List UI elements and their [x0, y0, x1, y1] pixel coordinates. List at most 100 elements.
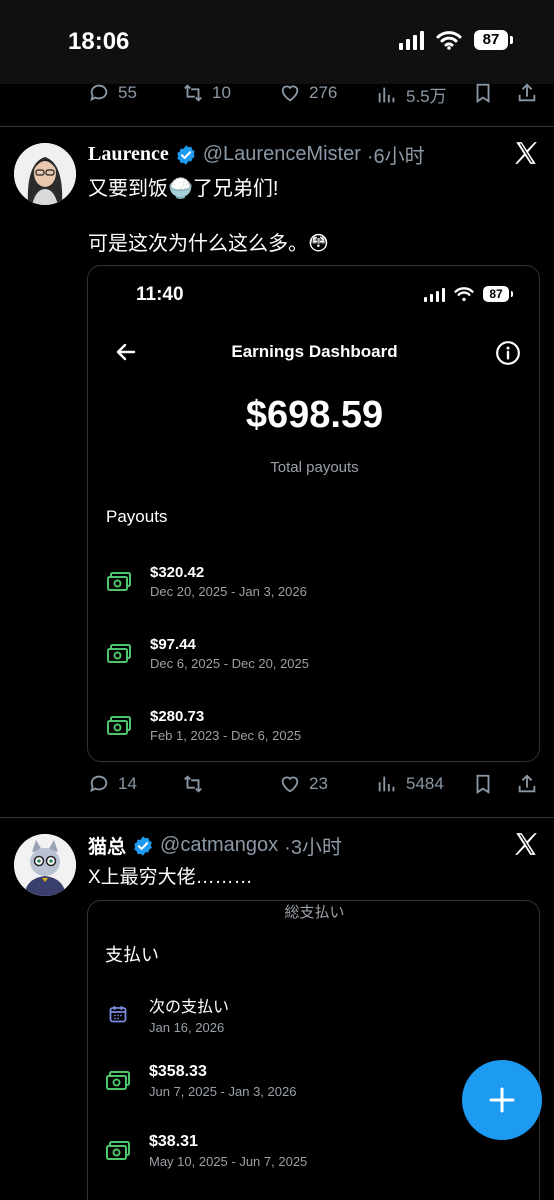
- payout-amount: $38.31: [149, 1133, 198, 1150]
- tweet-time: ·3小时: [284, 837, 342, 859]
- embedded-screenshot-card[interactable]: 11:40 87 Earnings Dashboard $698.59 Tota…: [87, 265, 540, 762]
- total-payouts-label: 総支払い: [284, 904, 345, 921]
- payout-info: $358.33 Jun 7, 2025 - Jan 3, 2026: [149, 1063, 296, 1099]
- payout-row: $38.31 May 10, 2025 - Jun 7, 2025: [105, 1133, 307, 1169]
- reply-button[interactable]: 55: [88, 82, 137, 104]
- cash-icon: [106, 1141, 130, 1160]
- retweet-button[interactable]: 10: [182, 82, 231, 104]
- reply-icon: [90, 84, 108, 102]
- views-count: 5484: [406, 774, 444, 793]
- payout-amount: $320.42: [150, 564, 205, 581]
- status-bar: 18:06 87: [0, 0, 554, 84]
- bookmark-icon[interactable]: [472, 773, 494, 795]
- payout-range: May 10, 2025 - Jun 7, 2025: [149, 1154, 308, 1169]
- payout-amount: $358.33: [149, 1063, 207, 1080]
- payouts-heading: 支払い: [105, 945, 159, 965]
- bookmark-icon[interactable]: [472, 82, 494, 104]
- views-button[interactable]: 5484: [376, 773, 444, 795]
- avatar-laurence[interactable]: [14, 143, 76, 205]
- avatar-image: [14, 143, 76, 205]
- embedded-screenshot-card[interactable]: 総支払い 支払い 次の支払い Jan 16, 2026 $358.33 Jun …: [87, 900, 540, 1200]
- views-count: 5.5万: [406, 87, 447, 106]
- payout-row: $280.73 Feb 1, 2023 - Dec 6, 2025: [106, 708, 301, 743]
- card-battery-icon: 87: [483, 286, 513, 302]
- like-icon: [281, 776, 299, 793]
- status-icons: 87: [399, 30, 513, 50]
- card-status-icons: 87: [424, 286, 513, 302]
- status-time: 18:06: [68, 28, 130, 55]
- avatar-image: [14, 834, 76, 896]
- avatar-catmangox[interactable]: [14, 834, 76, 896]
- cash-icon: [107, 643, 131, 663]
- tweet-header: Laurence @LaurenceMister ·6小时: [88, 140, 425, 169]
- card-status-time: 11:40: [136, 284, 184, 305]
- total-amount: $698.59: [245, 394, 384, 436]
- tweet-time: ·6小时: [366, 146, 425, 168]
- next-payout-label: 次の支払い: [149, 999, 230, 1016]
- wifi-icon: [436, 31, 462, 50]
- tweet-text: X上最穷大佬………: [88, 867, 253, 888]
- like-count: 276: [309, 83, 338, 102]
- retweet-icon: [184, 84, 202, 102]
- reply-icon: [90, 775, 108, 793]
- author-name[interactable]: 猫总: [88, 832, 126, 859]
- views-button[interactable]: 5.5万: [376, 82, 447, 107]
- share-icon[interactable]: [516, 773, 538, 795]
- views-icon: [378, 776, 395, 792]
- reply-count: 55: [118, 83, 137, 102]
- like-icon: [281, 85, 299, 102]
- tweet-text-line1: 又要到饭🍚了兄弟们!: [88, 178, 279, 200]
- payout-amount: $280.73: [150, 708, 205, 725]
- next-payout-info: 次の支払い Jan 16, 2026: [149, 993, 229, 1035]
- payout-range: Dec 6, 2025 - Dec 20, 2025: [150, 656, 309, 671]
- tweet-actions: 14 23 5484: [0, 773, 554, 803]
- cash-icon: [106, 1071, 130, 1090]
- prev-tweet-actions: 55 10 276 5.5万: [0, 82, 554, 112]
- card-title: Earnings Dashboard: [231, 342, 398, 361]
- total-payouts-label: Total payouts: [270, 459, 359, 476]
- tweet-header: 猫总 @catmangox ·3小时: [88, 831, 342, 860]
- views-icon: [378, 87, 395, 102]
- cash-icon: [107, 715, 131, 735]
- payout-range: Dec 20, 2025 - Jan 3, 2026: [150, 584, 307, 599]
- payout-range: Jun 7, 2025 - Jan 3, 2026: [149, 1084, 297, 1099]
- payout-info: $97.44 Dec 6, 2025 - Dec 20, 2025: [150, 636, 309, 671]
- compose-button[interactable]: [462, 1060, 542, 1140]
- payout-info: $280.73 Feb 1, 2023 - Dec 6, 2025: [150, 708, 301, 743]
- x-logo-icon[interactable]: [513, 831, 539, 857]
- payout-row: $320.42 Dec 20, 2025 - Jan 3, 2026: [106, 564, 307, 599]
- info-icon[interactable]: [495, 340, 521, 366]
- divider: [0, 126, 554, 127]
- payout-row: $358.33 Jun 7, 2025 - Jan 3, 2026: [105, 1063, 296, 1099]
- retweet-icon: [184, 775, 202, 793]
- payout-row: $97.44 Dec 6, 2025 - Dec 20, 2025: [106, 636, 309, 671]
- like-count: 23: [309, 774, 328, 793]
- verified-icon: [177, 144, 195, 165]
- divider: [0, 817, 554, 818]
- card-wifi-icon: [454, 287, 474, 302]
- card-signal-icon: [424, 287, 445, 302]
- like-button[interactable]: 276: [279, 82, 337, 104]
- payout-info: $38.31 May 10, 2025 - Jun 7, 2025: [149, 1133, 307, 1169]
- payout-info: $320.42 Dec 20, 2025 - Jan 3, 2026: [150, 564, 307, 599]
- calendar-icon: [109, 1006, 127, 1023]
- author-handle[interactable]: @catmangox: [160, 834, 278, 857]
- share-icon[interactable]: [516, 82, 538, 104]
- payouts-heading: Payouts: [106, 507, 168, 526]
- payout-amount: $97.44: [150, 636, 196, 653]
- like-button[interactable]: 23: [279, 773, 328, 795]
- x-logo-icon[interactable]: [513, 140, 539, 166]
- retweet-button[interactable]: [182, 773, 212, 795]
- verified-icon: [134, 835, 152, 856]
- tweet-text-line2: 可是这次为什么这么多。😳: [88, 233, 329, 255]
- next-payout-date: Jan 16, 2026: [149, 1020, 225, 1035]
- reply-count: 14: [118, 774, 137, 793]
- reply-button[interactable]: 14: [88, 773, 137, 795]
- author-name[interactable]: Laurence: [88, 143, 169, 166]
- next-payout-row: 次の支払い Jan 16, 2026: [105, 993, 229, 1035]
- battery-icon: 87: [474, 30, 513, 50]
- plus-icon: [489, 1087, 515, 1113]
- author-handle[interactable]: @LaurenceMister: [203, 143, 361, 166]
- retweet-count: 10: [212, 83, 231, 102]
- signal-icon: [399, 30, 424, 50]
